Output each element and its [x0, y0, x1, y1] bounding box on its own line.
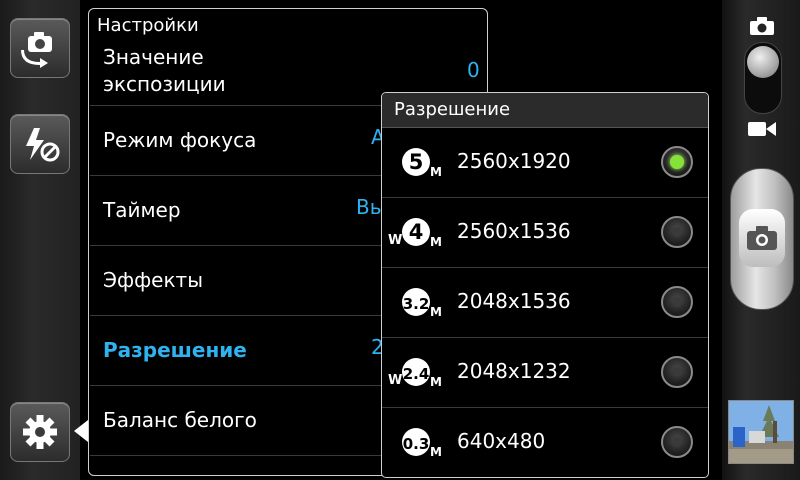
radio-button[interactable] [661, 146, 693, 178]
badge-value: 2.4 [403, 365, 430, 383]
setting-white-balance-label: Баланс белого [103, 408, 257, 432]
resolution-option-label: 640x480 [457, 429, 546, 453]
settings-title: Настройки [97, 15, 199, 36]
badge-suffix: M [430, 165, 442, 179]
resolution-option[interactable]: 0.3 M 640x480 [382, 408, 708, 477]
last-photo-thumbnail[interactable] [728, 400, 794, 464]
badge-suffix: M [430, 445, 442, 459]
resolution-option[interactable]: 5 M 2560x1920 [382, 128, 708, 198]
setting-exposure-label: Значение экспозиции [103, 45, 226, 96]
setting-exposure-value: 0 [467, 58, 480, 82]
radio-indicator [670, 155, 684, 169]
radio-indicator [672, 367, 682, 377]
megapixel-badge-icon: W4M [388, 218, 442, 249]
badge-value: 0.3 [403, 435, 430, 453]
shutter-camera-icon [747, 226, 777, 250]
megapixel-badge-icon: 0.3 M [402, 428, 442, 459]
settings-pointer-arrow [74, 420, 88, 442]
radio-indicator [672, 227, 682, 237]
left-toolbar [0, 0, 88, 480]
radio-button[interactable] [661, 356, 693, 388]
badge-value: 3.2 [403, 295, 430, 313]
video-camera-icon [748, 122, 776, 136]
resolution-option-label: 2048x1536 [457, 289, 571, 313]
resolution-dialog-title: Разрешение [394, 99, 511, 120]
gear-icon [23, 415, 57, 449]
badge-suffix: M [430, 305, 442, 319]
badge-value: 4 [409, 220, 424, 244]
mode-switch-knob[interactable] [747, 46, 779, 78]
resolution-option[interactable]: 3.2 M 2048x1536 [382, 268, 708, 338]
settings-button[interactable] [10, 402, 70, 462]
radio-indicator [672, 437, 682, 447]
badge-value: 5 [409, 150, 424, 174]
setting-resolution-label: Разрешение [103, 338, 247, 362]
camera-video-mode-switch[interactable] [744, 42, 782, 114]
shutter-button[interactable] [730, 168, 794, 310]
flash-mode-button[interactable] [10, 114, 70, 174]
resolution-option[interactable]: W 4 M 2560x1536 [382, 198, 708, 268]
wide-prefix: W [388, 373, 402, 388]
switch-camera-button[interactable] [10, 18, 70, 78]
right-camera-bar [722, 0, 800, 480]
resolution-option-label: 2560x1920 [457, 149, 571, 173]
resolution-dialog-header: Разрешение [382, 93, 708, 128]
flash-off-icon [26, 128, 60, 162]
resolution-dialog: Разрешение 5 M 2560x1920 W 4 M 2560x1536 3.2 M 20… [381, 92, 709, 478]
shutter-button-face[interactable] [739, 209, 785, 267]
radio-button[interactable] [661, 286, 693, 318]
radio-button[interactable] [661, 426, 693, 458]
setting-timer-label: Таймер [103, 198, 181, 222]
switch-camera-icon [21, 32, 52, 68]
wide-prefix: W [388, 233, 402, 248]
setting-effects-label: Эффекты [103, 268, 203, 292]
photo-thumbnail-image [729, 401, 793, 463]
setting-focus-mode-label: Режим фокуса [103, 128, 257, 152]
resolution-option-label: 2048x1232 [457, 359, 571, 383]
megapixel-badge-icon: 3.2 M [402, 288, 442, 319]
resolution-option-label: 2560x1536 [457, 219, 571, 243]
radio-button[interactable] [661, 216, 693, 248]
radio-indicator [672, 297, 682, 307]
resolution-option[interactable]: W 2.4 M 2048x1232 [382, 338, 708, 408]
megapixel-badge-icon: W 2.4 M [388, 358, 442, 389]
badge-suffix: M [430, 235, 442, 249]
camera-icon [750, 17, 774, 35]
badge-suffix: M [430, 375, 442, 389]
megapixel-badge-icon: 5M [402, 148, 442, 179]
